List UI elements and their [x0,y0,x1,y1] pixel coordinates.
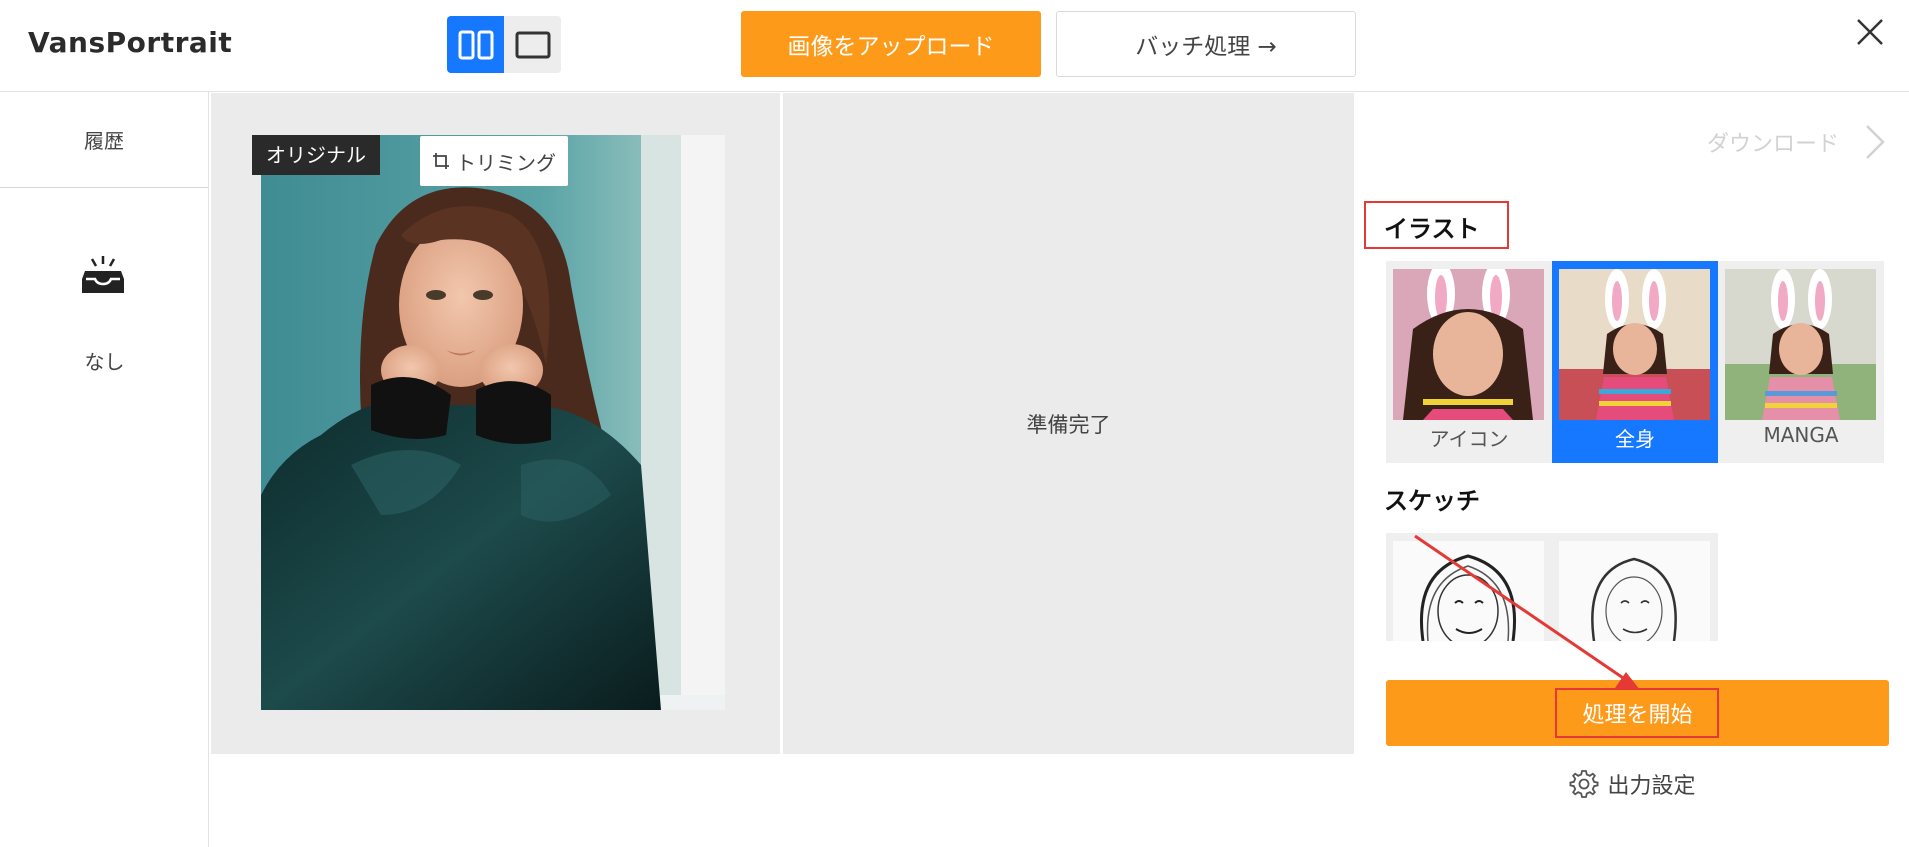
crop-button[interactable]: トリミング [420,136,568,186]
illustration-style-grid: アイコン 全身 MANGA [1386,261,1884,463]
history-label: 履歴 [84,129,124,153]
style-thumbnail-full-body [1559,269,1710,420]
close-icon [1857,19,1883,45]
empty-history-label: なし [84,350,125,374]
style-thumbnail-icon [1393,269,1544,420]
close-button[interactable] [1852,14,1888,50]
history-sidebar: 履歴 なし [0,92,209,847]
sketch-section-title: スケッチ [1384,487,1480,515]
crop-icon [433,153,449,169]
top-bar: VansPortrait 画像をアップロード バッチ処理 → [0,0,1909,92]
crop-label: トリミング [456,150,556,175]
split-view-icon [458,30,493,59]
view-mode-toggle [447,16,561,73]
original-photo [261,135,725,710]
output-settings-link[interactable]: 出力設定 [1356,768,1909,800]
style-card-full-body[interactable]: 全身 [1552,261,1718,463]
empty-inbox-icon [82,256,124,293]
upload-image-button[interactable]: 画像をアップロード [741,11,1041,77]
start-processing-button[interactable]: 処理を開始 [1386,680,1889,746]
history-tab[interactable]: 履歴 [0,92,208,188]
sketch-thumbnail-1 [1393,541,1544,641]
style-card-manga[interactable]: MANGA [1718,261,1884,463]
settings-panel: ダウンロード イラスト アイコン 全身 MANGA スケッチ 処理を開始 出力設… [1356,92,1909,847]
split-view-button[interactable] [447,16,504,73]
original-preview-panel: オリジナル トリミング [211,93,780,754]
sketch-style-grid [1386,533,1718,641]
result-preview-panel: 準備完了 [783,93,1354,754]
chevron-right-icon [1866,125,1885,159]
sketch-thumbnail-2 [1559,541,1710,641]
sketch-card-2[interactable] [1552,533,1718,641]
output-settings-label: 出力設定 [1607,774,1696,799]
original-badge: オリジナル [252,135,380,175]
gear-icon [1569,770,1599,798]
style-label: 全身 [1615,427,1655,451]
single-view-icon [515,31,550,58]
app-logo: VansPortrait [28,26,233,59]
style-label: アイコン [1429,427,1509,451]
illustration-section-title: イラスト [1384,215,1480,243]
style-card-icon[interactable]: アイコン [1386,261,1552,463]
single-view-button[interactable] [504,16,561,73]
ready-status: 準備完了 [1026,412,1111,437]
style-label: MANGA [1763,423,1839,447]
style-thumbnail-manga [1725,269,1876,420]
sketch-card-1[interactable] [1386,533,1552,641]
batch-process-button[interactable]: バッチ処理 → [1056,11,1356,77]
download-link[interactable]: ダウンロード [1707,126,1839,158]
